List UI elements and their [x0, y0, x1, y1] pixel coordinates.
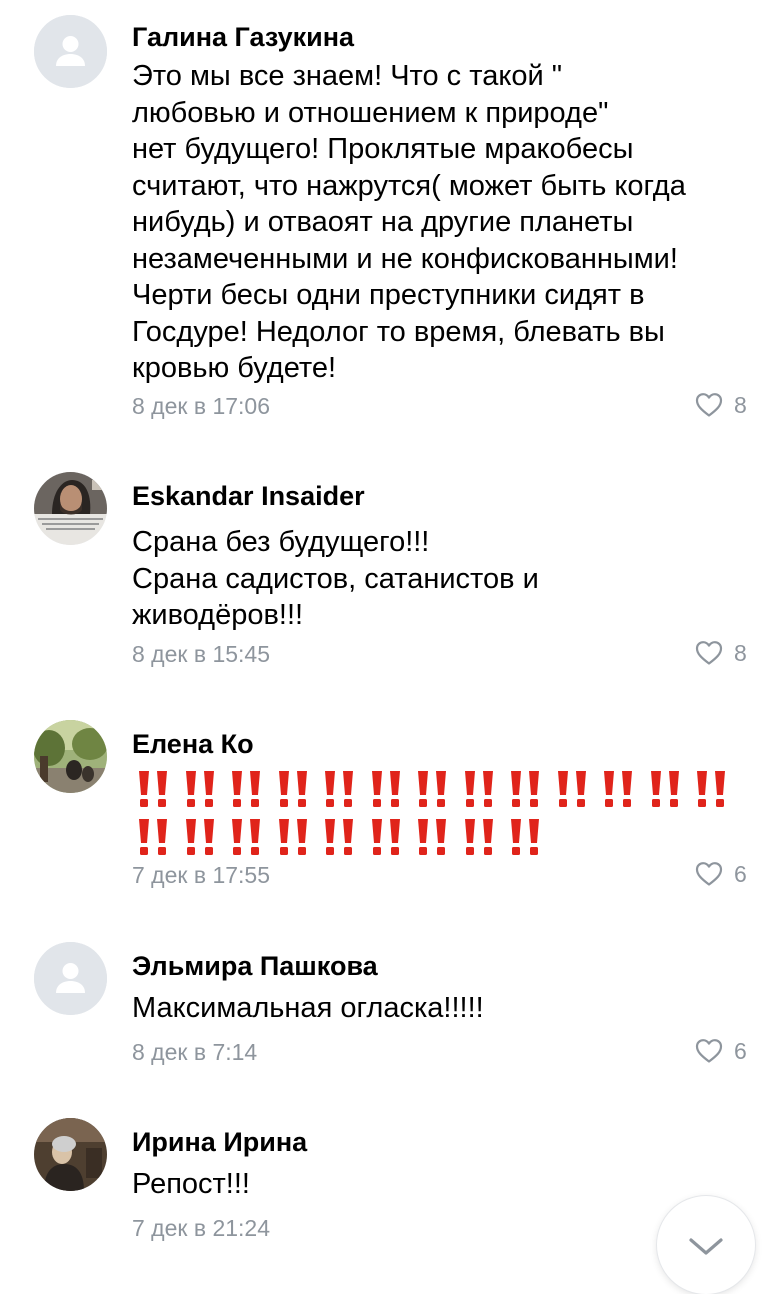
double-exclamation-emoji	[179, 768, 221, 810]
comment-author[interactable]: Eskandar Insaider	[132, 480, 365, 512]
double-exclamation-emoji	[690, 768, 732, 810]
double-exclamation-emoji	[318, 816, 360, 858]
like-button[interactable]: 6	[694, 1036, 754, 1066]
comment-text-line: Черти бесы одни преступники сидят в	[132, 279, 645, 311]
default-avatar-icon[interactable]	[34, 15, 107, 88]
user-photo-avatar[interactable]	[34, 472, 107, 545]
comment-text-line: любовью и отношением к природе"	[132, 96, 609, 129]
double-exclamation-emoji	[225, 816, 267, 858]
like-button[interactable]: 8	[694, 638, 754, 668]
comment-date: 8 дек в 17:06	[132, 393, 271, 419]
double-exclamation-emoji	[132, 768, 174, 810]
emoji-row	[132, 816, 752, 864]
comment-text-line: Это мы все знаем! Что с такой "	[132, 60, 563, 92]
heart-icon	[694, 859, 724, 889]
like-button[interactable]: 8	[694, 390, 754, 420]
double-exclamation-emoji	[411, 768, 453, 810]
comment-date: 7 дек в 21:24	[132, 1215, 271, 1241]
comment-date: 8 дек в 15:45	[132, 641, 271, 667]
double-exclamation-emoji	[504, 816, 546, 858]
double-exclamation-emoji	[644, 768, 686, 810]
like-count: 6	[734, 1038, 747, 1064]
comment-author[interactable]: Елена Ко	[132, 728, 254, 760]
comment-text-line: живодёров!!!	[132, 599, 304, 631]
comment-text-line: нет будущего! Проклятые мракобесы	[132, 133, 634, 165]
user-photo-avatar[interactable]	[34, 720, 107, 793]
comment-date: 7 дек в 17:55	[132, 862, 271, 888]
double-exclamation-emoji	[272, 768, 314, 810]
emoji-row	[132, 768, 752, 816]
heart-icon	[694, 638, 724, 668]
chevron-down-icon	[689, 1238, 723, 1255]
comment-text-line: незамеченными и не конфискованными!	[132, 242, 678, 275]
double-exclamation-emoji	[411, 816, 453, 858]
comment-text-line: Срана садистов, сатанистов и	[132, 562, 539, 595]
emoji-row-block	[132, 768, 752, 864]
double-exclamation-emoji	[551, 768, 593, 810]
double-exclamation-emoji	[225, 768, 267, 810]
double-exclamation-emoji	[365, 768, 407, 810]
comment-date: 8 дек в 7:14	[132, 1039, 258, 1065]
comment-text-line: Госдуре! Недолог то время, блевать вы	[132, 315, 665, 348]
heart-icon	[694, 390, 724, 420]
comment-text-line: считают, что нажрутся( может быть когда	[132, 169, 686, 202]
double-exclamation-emoji	[458, 816, 500, 858]
comment-text: Срана без будущего!!! Срана садистов, са…	[132, 524, 742, 634]
default-avatar-icon[interactable]	[34, 942, 107, 1015]
scroll-down-button[interactable]	[657, 1196, 755, 1294]
like-count: 6	[734, 861, 747, 887]
comment-text-line: Максимальная огласка!!!!!	[132, 992, 484, 1024]
comment-author[interactable]: Галина Газукина	[132, 21, 354, 53]
double-exclamation-emoji	[318, 768, 360, 810]
comment-text-line: кровью будете!	[132, 352, 337, 384]
comment-text-line: нибудь) и отваоят на другие планеты	[132, 206, 634, 238]
double-exclamation-emoji	[365, 816, 407, 858]
like-count: 8	[734, 392, 747, 418]
double-exclamation-emoji	[132, 816, 174, 858]
double-exclamation-emoji	[597, 768, 639, 810]
double-exclamation-emoji	[272, 816, 314, 858]
like-count: 8	[734, 640, 747, 666]
heart-icon	[694, 1036, 724, 1066]
double-exclamation-emoji	[179, 816, 221, 858]
comment-text-line: Репост!!!	[132, 1168, 250, 1200]
comment-text: Это мы все знаем! Что с такой " любовью …	[132, 58, 742, 387]
comment-author[interactable]: Эльмира Пашкова	[132, 950, 378, 982]
double-exclamation-emoji	[458, 768, 500, 810]
double-exclamation-emoji	[504, 768, 546, 810]
comment-text: Максимальная огласка!!!!!	[132, 990, 742, 1027]
comment-text-line: Срана без будущего!!!	[132, 526, 430, 558]
like-button[interactable]: 6	[694, 859, 754, 889]
user-photo-avatar[interactable]	[34, 1118, 107, 1191]
comment-text: Репост!!!	[132, 1166, 742, 1203]
comment-author[interactable]: Ирина Ирина	[132, 1126, 307, 1158]
